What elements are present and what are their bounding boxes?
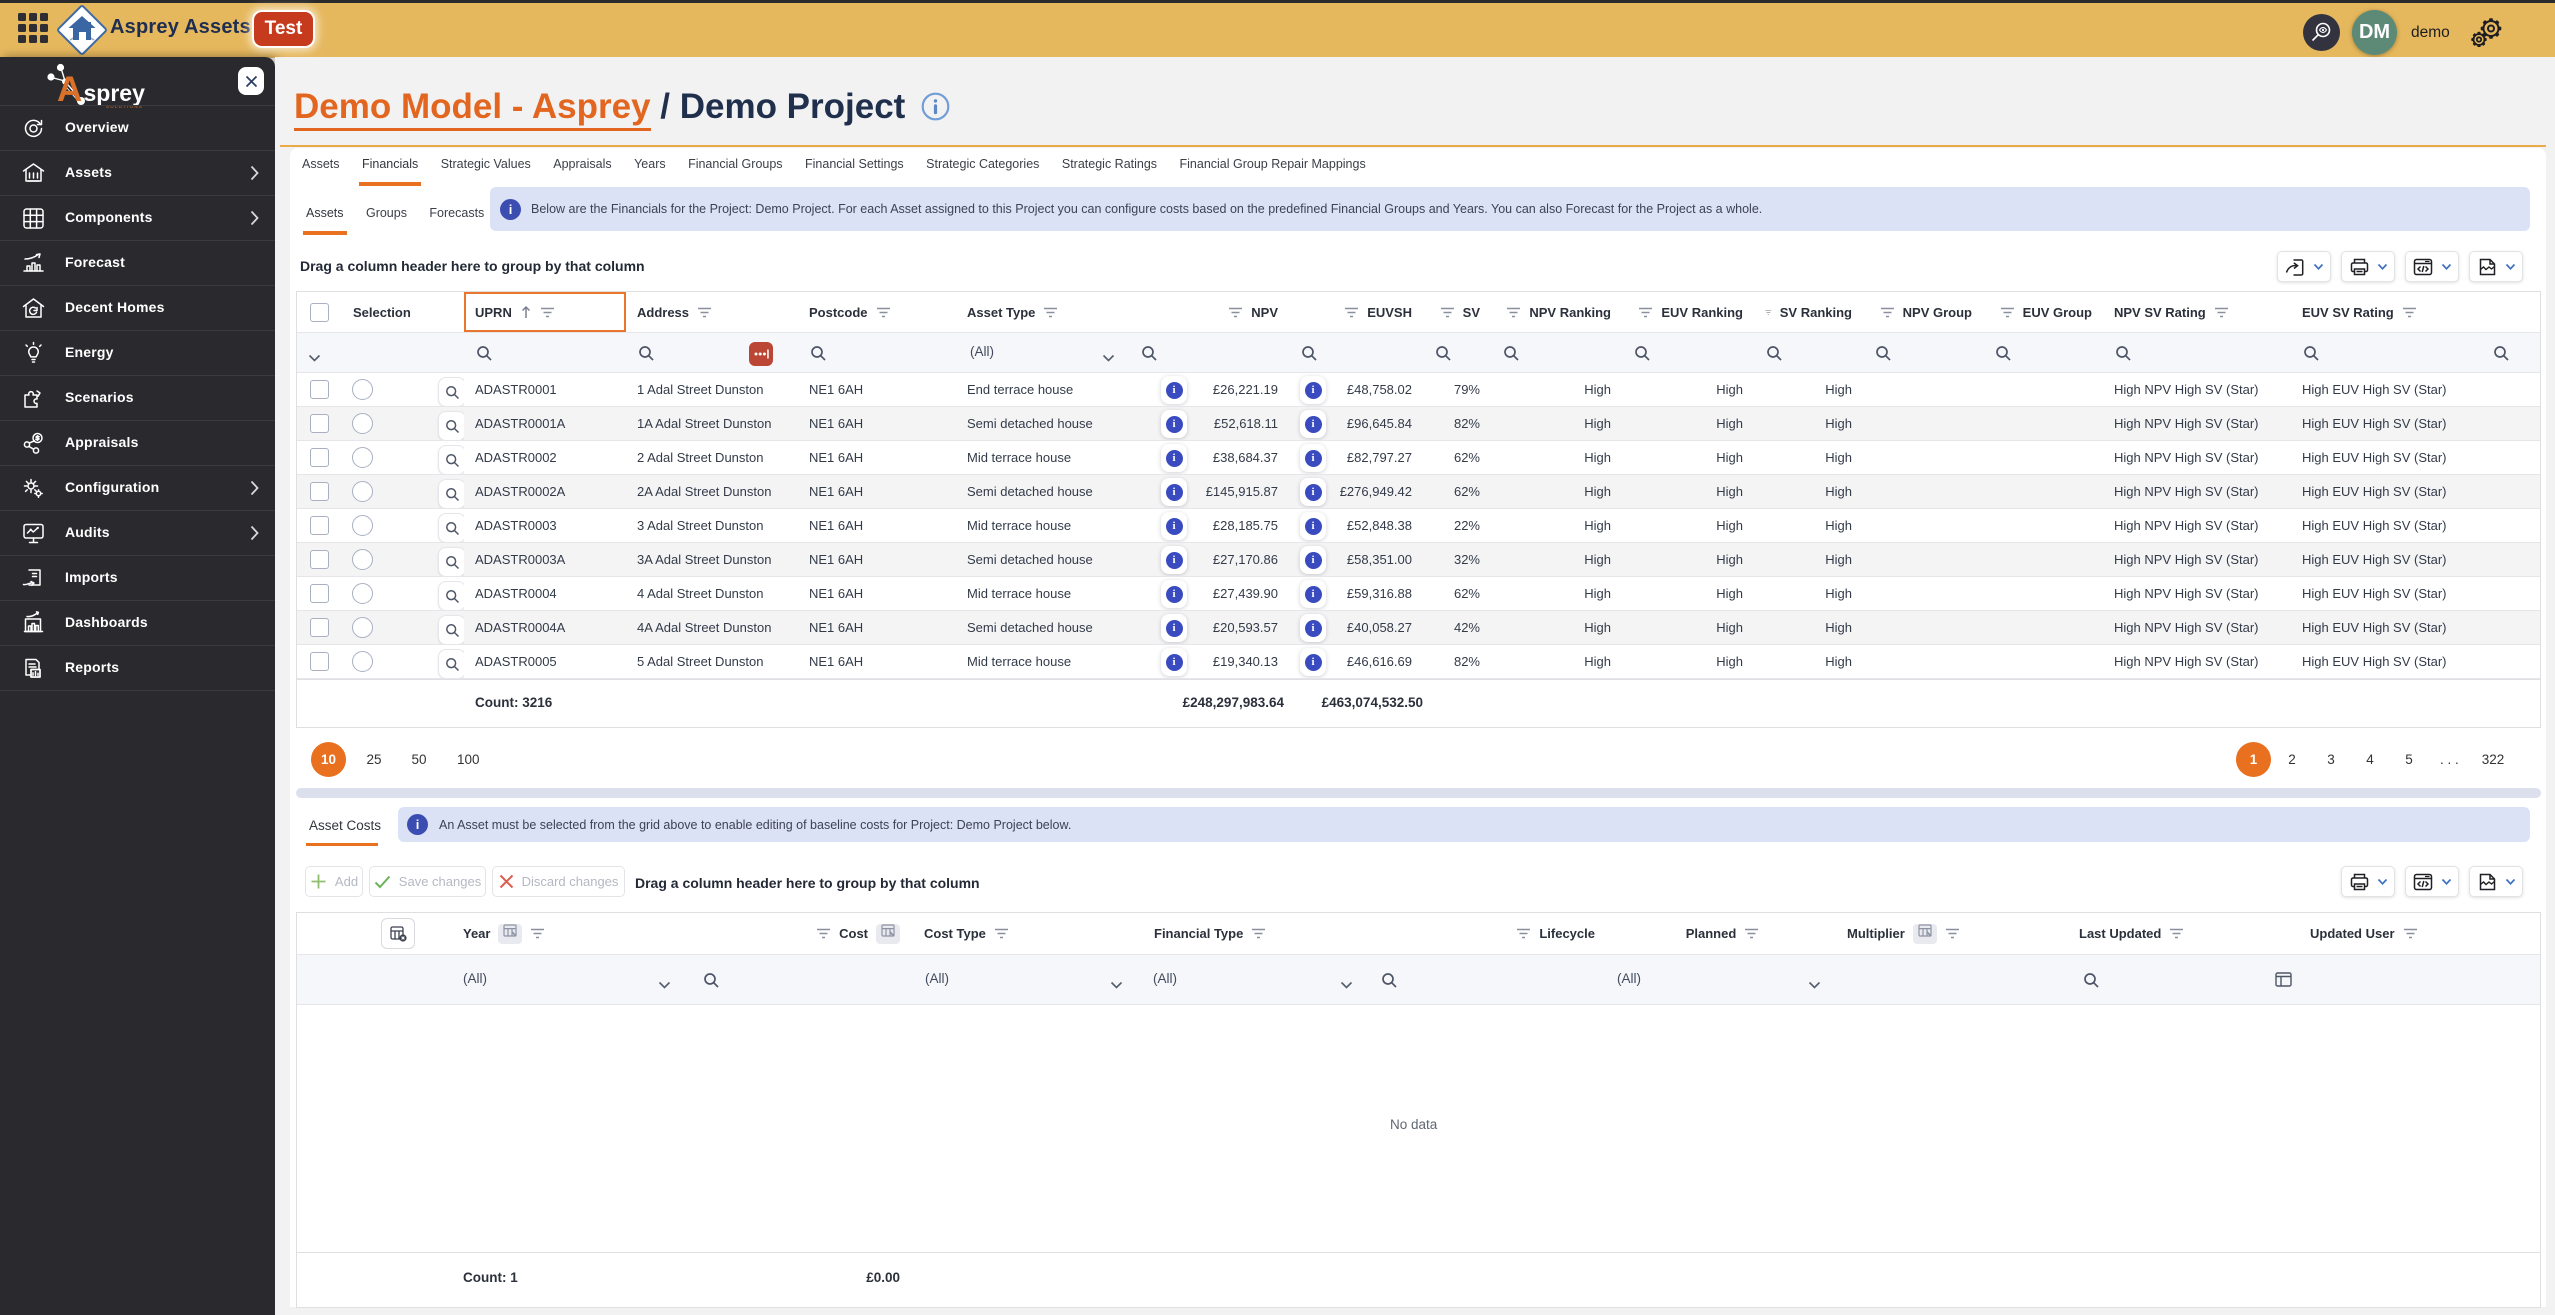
svg-text:sprey: sprey [84,80,146,106]
svg-text:A: A [57,70,82,109]
